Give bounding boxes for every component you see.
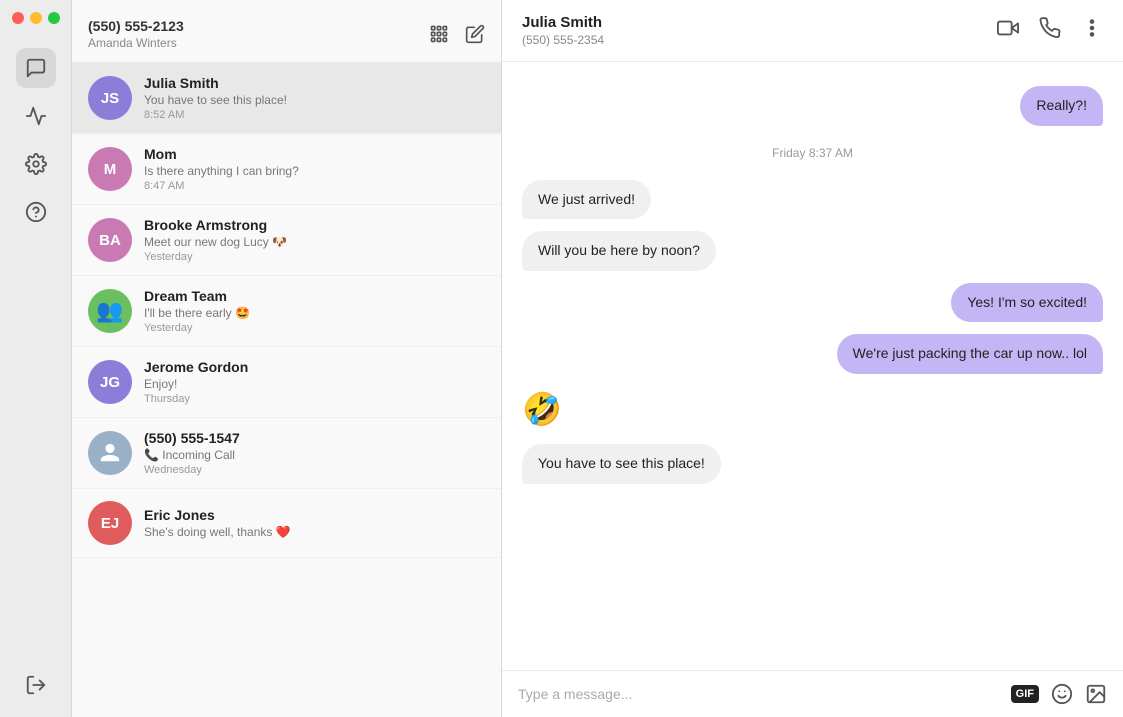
activity-icon[interactable] xyxy=(16,96,56,136)
message-bubble: Yes! I'm so excited! xyxy=(951,283,1103,323)
maximize-button[interactable] xyxy=(48,12,60,24)
message-row: 🤣 xyxy=(522,386,1103,432)
contact-time: Wednesday xyxy=(144,464,485,476)
contact-time: Thursday xyxy=(144,393,485,405)
minimize-button[interactable] xyxy=(30,12,42,24)
contact-item-brooke-armstrong[interactable]: BA Brooke Armstrong Meet our new dog Luc… xyxy=(72,205,501,276)
keypad-button[interactable] xyxy=(429,24,449,44)
contact-preview: Meet our new dog Lucy 🐶 xyxy=(144,235,485,249)
settings-icon[interactable] xyxy=(16,144,56,184)
contact-info-mom: Mom Is there anything I can bring? 8:47 … xyxy=(144,146,485,192)
traffic-lights xyxy=(0,12,60,24)
contact-item-unknown-number[interactable]: (550) 555-1547 📞 Incoming Call Wednesday xyxy=(72,418,501,489)
contact-item-mom[interactable]: M Mom Is there anything I can bring? 8:4… xyxy=(72,134,501,205)
contact-name: Mom xyxy=(144,146,485,162)
messages-icon[interactable] xyxy=(16,48,56,88)
message-input[interactable] xyxy=(518,686,999,702)
message-row: You have to see this place! xyxy=(522,444,1103,484)
contact-name: Brooke Armstrong xyxy=(144,217,485,233)
compose-button[interactable] xyxy=(465,24,485,44)
contact-time: Yesterday xyxy=(144,322,485,334)
image-picker-button[interactable] xyxy=(1085,683,1107,705)
contacts-panel: (550) 555-2123 Amanda Winters xyxy=(72,0,502,717)
message-row: We're just packing the car up now.. lol xyxy=(522,334,1103,374)
contact-time: Yesterday xyxy=(144,251,485,263)
avatar-eric-jones: EJ xyxy=(88,501,132,545)
contact-info-jerome-gordon: Jerome Gordon Enjoy! Thursday xyxy=(144,359,485,405)
contact-info-eric-jones: Eric Jones She's doing well, thanks ❤️ xyxy=(144,507,485,539)
date-divider: Friday 8:37 AM xyxy=(522,146,1103,160)
contact-item-julia-smith[interactable]: JS Julia Smith You have to see this plac… xyxy=(72,63,501,134)
message-row: Yes! I'm so excited! xyxy=(522,283,1103,323)
contacts-user-name: Amanda Winters xyxy=(88,36,184,50)
header-actions xyxy=(429,24,485,44)
message-row: We just arrived! xyxy=(522,180,1103,220)
chat-contact-number: (550) 555-2354 xyxy=(522,33,604,47)
contacts-header: (550) 555-2123 Amanda Winters xyxy=(72,0,501,63)
chat-contact-name: Julia Smith xyxy=(522,14,604,31)
avatar-unknown-number xyxy=(88,431,132,475)
contacts-phone: (550) 555-2123 xyxy=(88,18,184,34)
emoji-picker-button[interactable] xyxy=(1051,683,1073,705)
contact-preview: 📞 Incoming Call xyxy=(144,448,485,462)
chat-header-info: Julia Smith (550) 555-2354 xyxy=(522,14,604,47)
message-bubble: Will you be here by noon? xyxy=(522,231,716,271)
message-bubble: We just arrived! xyxy=(522,180,651,220)
contact-name: Julia Smith xyxy=(144,75,485,91)
contact-time: 8:47 AM xyxy=(144,180,485,192)
contact-info-dream-team: Dream Team I'll be there early 🤩 Yesterd… xyxy=(144,288,485,334)
contact-item-dream-team[interactable]: 👥 Dream Team I'll be there early 🤩 Yeste… xyxy=(72,276,501,347)
contact-name: Jerome Gordon xyxy=(144,359,485,375)
contact-preview: Enjoy! xyxy=(144,377,485,391)
avatar-julia-smith: JS xyxy=(88,76,132,120)
contact-list: JS Julia Smith You have to see this plac… xyxy=(72,63,501,717)
contact-preview: You have to see this place! xyxy=(144,93,485,107)
avatar-jerome-gordon: JG xyxy=(88,360,132,404)
avatar-brooke-armstrong: BA xyxy=(88,218,132,262)
chat-input-area: GIF xyxy=(502,670,1123,717)
chat-panel: Julia Smith (550) 555-2354 xyxy=(502,0,1123,717)
contact-item-jerome-gordon[interactable]: JG Jerome Gordon Enjoy! Thursday xyxy=(72,347,501,418)
help-icon[interactable] xyxy=(16,192,56,232)
contact-preview: I'll be there early 🤩 xyxy=(144,306,485,320)
chat-messages: Really?! Friday 8:37 AM We just arrived!… xyxy=(502,62,1123,670)
gif-button[interactable]: GIF xyxy=(1011,685,1039,703)
logout-icon[interactable] xyxy=(16,665,56,705)
more-options-button[interactable] xyxy=(1081,17,1103,45)
message-bubble: We're just packing the car up now.. lol xyxy=(837,334,1103,374)
contact-info-julia-smith: Julia Smith You have to see this place! … xyxy=(144,75,485,121)
contact-name: Dream Team xyxy=(144,288,485,304)
contact-preview: She's doing well, thanks ❤️ xyxy=(144,525,485,539)
contact-name: Eric Jones xyxy=(144,507,485,523)
contact-name: (550) 555-1547 xyxy=(144,430,485,446)
chat-header-actions xyxy=(997,17,1103,45)
contact-item-eric-jones[interactable]: EJ Eric Jones She's doing well, thanks ❤… xyxy=(72,489,501,558)
message-bubble: Really?! xyxy=(1020,86,1103,126)
message-row: Really?! xyxy=(522,86,1103,126)
contact-time: 8:52 AM xyxy=(144,109,485,121)
close-button[interactable] xyxy=(12,12,24,24)
phone-call-button[interactable] xyxy=(1039,17,1061,45)
chat-header: Julia Smith (550) 555-2354 xyxy=(502,0,1123,62)
message-row: Will you be here by noon? xyxy=(522,231,1103,271)
message-emoji: 🤣 xyxy=(522,386,562,432)
contact-preview: Is there anything I can bring? xyxy=(144,164,485,178)
sidebar xyxy=(0,0,72,717)
avatar-dream-team: 👥 xyxy=(88,289,132,333)
avatar-mom: M xyxy=(88,147,132,191)
video-call-button[interactable] xyxy=(997,17,1019,45)
contact-info-brooke-armstrong: Brooke Armstrong Meet our new dog Lucy 🐶… xyxy=(144,217,485,263)
contact-info-unknown-number: (550) 555-1547 📞 Incoming Call Wednesday xyxy=(144,430,485,476)
message-bubble: You have to see this place! xyxy=(522,444,721,484)
